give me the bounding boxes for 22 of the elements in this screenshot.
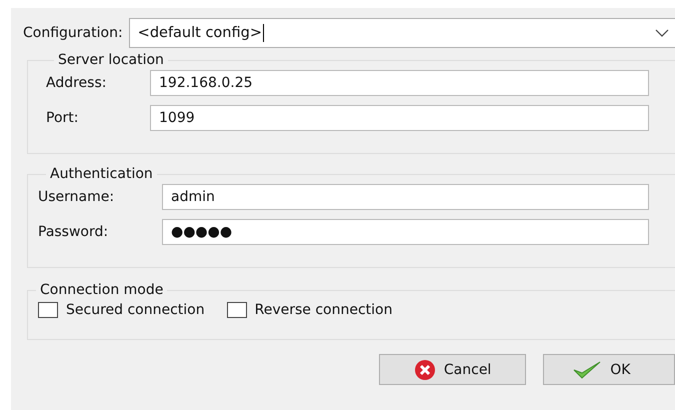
group-title: Connection mode xyxy=(39,282,164,298)
input-field[interactable]: admin xyxy=(162,184,649,210)
checkbox-label: Secured connection xyxy=(66,302,205,318)
checkbox[interactable] xyxy=(38,302,58,318)
checkmark-icon xyxy=(572,360,602,380)
field-label: Address: xyxy=(46,75,108,91)
checkbox-label: Reverse connection xyxy=(254,302,392,318)
input-field[interactable]: 1099 xyxy=(150,105,649,131)
field-label: Port: xyxy=(46,110,80,126)
input-field[interactable]: ●●●●● xyxy=(162,219,649,245)
field-label: Password: xyxy=(38,224,110,240)
ok-button[interactable]: OK xyxy=(543,354,675,385)
checkbox[interactable] xyxy=(226,302,247,318)
configuration-label: Configuration: xyxy=(23,25,123,41)
group-title: Authentication xyxy=(49,166,154,182)
input-field[interactable]: 192.168.0.25 xyxy=(150,70,649,96)
cancel-icon xyxy=(414,358,436,380)
group-title: Server location xyxy=(57,52,165,68)
field-label: Username: xyxy=(38,189,116,205)
chevron-down-icon xyxy=(655,29,669,37)
cancel-button[interactable]: Cancel xyxy=(379,354,526,385)
configuration-dropdown[interactable]: <default config> xyxy=(128,18,675,48)
